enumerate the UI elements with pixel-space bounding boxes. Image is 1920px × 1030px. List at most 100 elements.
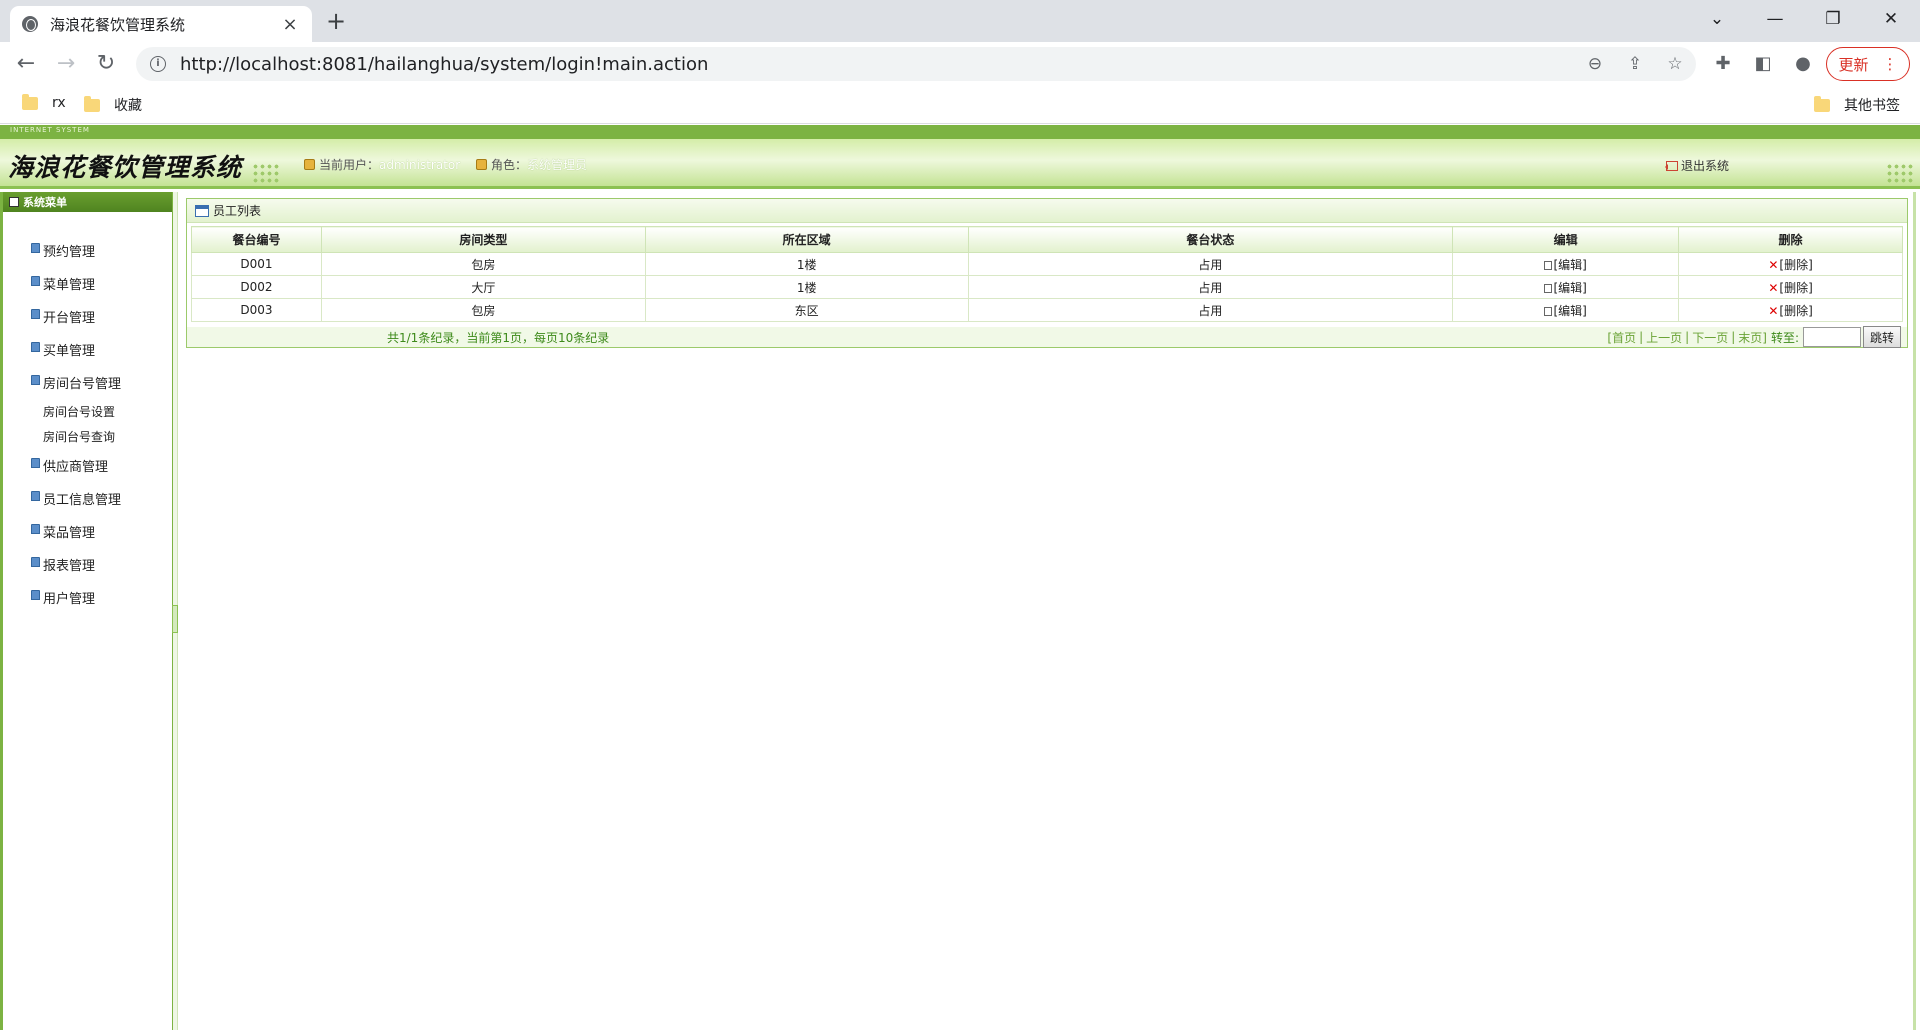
user-lock-icon bbox=[304, 159, 315, 170]
menu-item-icon bbox=[31, 242, 40, 253]
back-button[interactable]: ← bbox=[10, 48, 42, 80]
browser-tab[interactable]: 海浪花餐饮管理系统 × bbox=[10, 6, 312, 42]
sidebar-subitem-room-table-settings[interactable]: 房间台号设置 bbox=[3, 399, 174, 424]
tab-title: 海浪花餐饮管理系统 bbox=[50, 15, 186, 34]
update-label: 更新 bbox=[1838, 55, 1869, 74]
edit-icon bbox=[1544, 260, 1553, 270]
pagination-bar: 共1/1条纪录，当前第1页，每页10条纪录 [首页 | 上一页 | 下一页 | … bbox=[187, 326, 1907, 348]
other-bookmarks-label: 其他书签 bbox=[1844, 98, 1900, 114]
close-window-button[interactable]: ✕ bbox=[1868, 0, 1914, 38]
profile-avatar-icon[interactable]: ● bbox=[1787, 48, 1819, 80]
logout-label: 退出系统 bbox=[1681, 159, 1730, 173]
sidebar-item-users[interactable]: 用户管理 bbox=[3, 581, 174, 614]
column-header-delete: 删除 bbox=[1678, 226, 1903, 253]
delete-label: [删除] bbox=[1779, 280, 1813, 295]
main-content: 员工列表 餐台编号 房间类型 所在区域 餐台状态 编辑 删除 D001 包房 1… bbox=[178, 192, 1916, 1030]
sidebar-item-supplier[interactable]: 供应商管理 bbox=[3, 449, 174, 482]
delete-link[interactable]: ✕[删除] bbox=[1768, 258, 1812, 272]
sidebar-item-label: 员工信息管理 bbox=[43, 493, 122, 508]
cell-edit: [编辑] bbox=[1452, 298, 1680, 322]
cell-edit: [编辑] bbox=[1452, 275, 1680, 299]
goto-button[interactable]: 跳转 bbox=[1862, 326, 1901, 348]
pagination-nav: [首页 | 上一页 | 下一页 | 末页] 转至: 跳转 bbox=[1607, 326, 1901, 348]
sidebar-item-label: 供应商管理 bbox=[43, 460, 109, 475]
folder-icon bbox=[1814, 95, 1830, 112]
cell-table-id: D002 bbox=[191, 275, 322, 299]
menu-item-icon bbox=[31, 275, 40, 286]
sidebar-item-label: 报表管理 bbox=[43, 559, 96, 574]
cell-delete: ✕[删除] bbox=[1678, 298, 1903, 322]
panel-title: 员工列表 bbox=[187, 199, 1907, 223]
column-header-room-type: 房间类型 bbox=[320, 226, 646, 253]
logout-icon bbox=[1665, 160, 1678, 171]
bookmark-folder-favorites[interactable]: 收藏 bbox=[84, 95, 142, 115]
reload-button[interactable]: ↻ bbox=[90, 48, 122, 80]
sidebar-item-label: 菜单管理 bbox=[43, 278, 96, 293]
new-tab-button[interactable]: + bbox=[322, 8, 350, 36]
sidebar-item-checkout[interactable]: 买单管理 bbox=[3, 333, 174, 366]
sidebar-menu: 预约管理 菜单管理 开台管理 买单管理 房间台号管理 房间台号设置 房间台号查询… bbox=[3, 212, 174, 614]
globe-icon bbox=[22, 16, 38, 32]
edit-label: [编辑] bbox=[1553, 280, 1587, 295]
goto-label: 转至: bbox=[1770, 330, 1799, 345]
edit-icon bbox=[1544, 283, 1553, 293]
sidebar-item-open-table[interactable]: 开台管理 bbox=[3, 300, 174, 333]
sidebar-item-room-table[interactable]: 房间台号管理 bbox=[3, 366, 174, 399]
address-bar[interactable]: i http://localhost:8081/hailanghua/syste… bbox=[136, 47, 1696, 81]
update-button[interactable]: 更新 ⋮ bbox=[1826, 47, 1910, 81]
sidebar-item-reservation[interactable]: 预约管理 bbox=[3, 234, 174, 267]
sidebar: 系统菜单 预约管理 菜单管理 开台管理 买单管理 房间台号管理 房间台号设置 房… bbox=[0, 192, 174, 1030]
other-bookmarks[interactable]: 其他书签 bbox=[1814, 95, 1900, 115]
forward-button[interactable]: → bbox=[50, 48, 82, 80]
sidebar-item-dishes[interactable]: 菜品管理 bbox=[3, 515, 174, 548]
sidebar-item-menu[interactable]: 菜单管理 bbox=[3, 267, 174, 300]
url-text[interactable]: http://localhost:8081/hailanghua/system/… bbox=[180, 54, 708, 75]
side-panel-icon[interactable]: ◧ bbox=[1747, 48, 1779, 80]
edit-link[interactable]: [编辑] bbox=[1544, 280, 1587, 295]
minimize-button[interactable]: — bbox=[1752, 0, 1798, 38]
tab-close-button[interactable]: × bbox=[280, 14, 300, 35]
column-header-area: 所在区域 bbox=[644, 226, 969, 253]
sidebar-item-staff[interactable]: 员工信息管理 bbox=[3, 482, 174, 515]
table-row: D002 大厅 1楼 占用 [编辑] ✕[删除] bbox=[191, 275, 1903, 299]
app-header: 海浪花餐饮管理系统 当前用户： administrator 角色： 系统管理员 … bbox=[0, 139, 1920, 189]
last-page-link[interactable]: 末页] bbox=[1738, 329, 1767, 346]
info-icon[interactable]: i bbox=[150, 56, 166, 72]
cell-area: 东区 bbox=[644, 298, 969, 322]
cell-table-id: D001 bbox=[191, 252, 322, 276]
delete-link[interactable]: ✕[删除] bbox=[1768, 304, 1812, 318]
current-user-label: 当前用户： bbox=[319, 158, 380, 172]
column-header-edit: 编辑 bbox=[1452, 226, 1680, 253]
logout-link[interactable]: 退出系统 bbox=[1665, 157, 1730, 174]
bookmark-star-icon[interactable]: ☆ bbox=[1664, 54, 1686, 74]
cell-delete: ✕[删除] bbox=[1678, 252, 1903, 276]
pager-separator: | bbox=[1731, 330, 1736, 344]
bookmark-folder-rx[interactable]: rx bbox=[22, 93, 66, 111]
share-icon[interactable]: ⇪ bbox=[1624, 54, 1646, 74]
sidebar-item-label: 房间台号管理 bbox=[43, 377, 122, 392]
prev-page-link[interactable]: 上一页 bbox=[1646, 329, 1682, 346]
more-menu-icon: ⋮ bbox=[1882, 55, 1898, 73]
cell-status: 占用 bbox=[967, 298, 1454, 322]
panel-title-text: 员工列表 bbox=[213, 204, 262, 218]
browser-tabstrip: 海浪花餐饮管理系统 × + ⌄ — ❐ ✕ bbox=[0, 0, 1920, 42]
first-page-link[interactable]: [首页 bbox=[1607, 329, 1636, 346]
delete-x-icon: ✕ bbox=[1768, 280, 1779, 295]
delete-link[interactable]: ✕[删除] bbox=[1768, 281, 1812, 295]
restore-button[interactable]: ❐ bbox=[1810, 0, 1856, 38]
menu-item-icon bbox=[31, 523, 40, 534]
extensions-icon[interactable]: ✚ bbox=[1707, 48, 1739, 80]
sidebar-subitem-room-table-query[interactable]: 房间台号查询 bbox=[3, 424, 174, 449]
sidebar-item-label: 用户管理 bbox=[43, 592, 96, 607]
sidebar-item-label: 开台管理 bbox=[43, 311, 96, 326]
edit-link[interactable]: [编辑] bbox=[1544, 258, 1587, 272]
next-page-link[interactable]: 下一页 bbox=[1692, 329, 1728, 346]
edit-link[interactable]: [编辑] bbox=[1544, 304, 1587, 318]
goto-page-input[interactable] bbox=[1802, 327, 1861, 347]
sidebar-item-reports[interactable]: 报表管理 bbox=[3, 548, 174, 581]
role-info: 角色： 系统管理员 bbox=[476, 156, 587, 173]
sidebar-item-label: 菜品管理 bbox=[43, 526, 96, 541]
zoom-icon[interactable]: ⊖ bbox=[1584, 54, 1606, 74]
role-lock-icon bbox=[476, 159, 487, 170]
tab-search-chevron-icon[interactable]: ⌄ bbox=[1694, 0, 1740, 38]
